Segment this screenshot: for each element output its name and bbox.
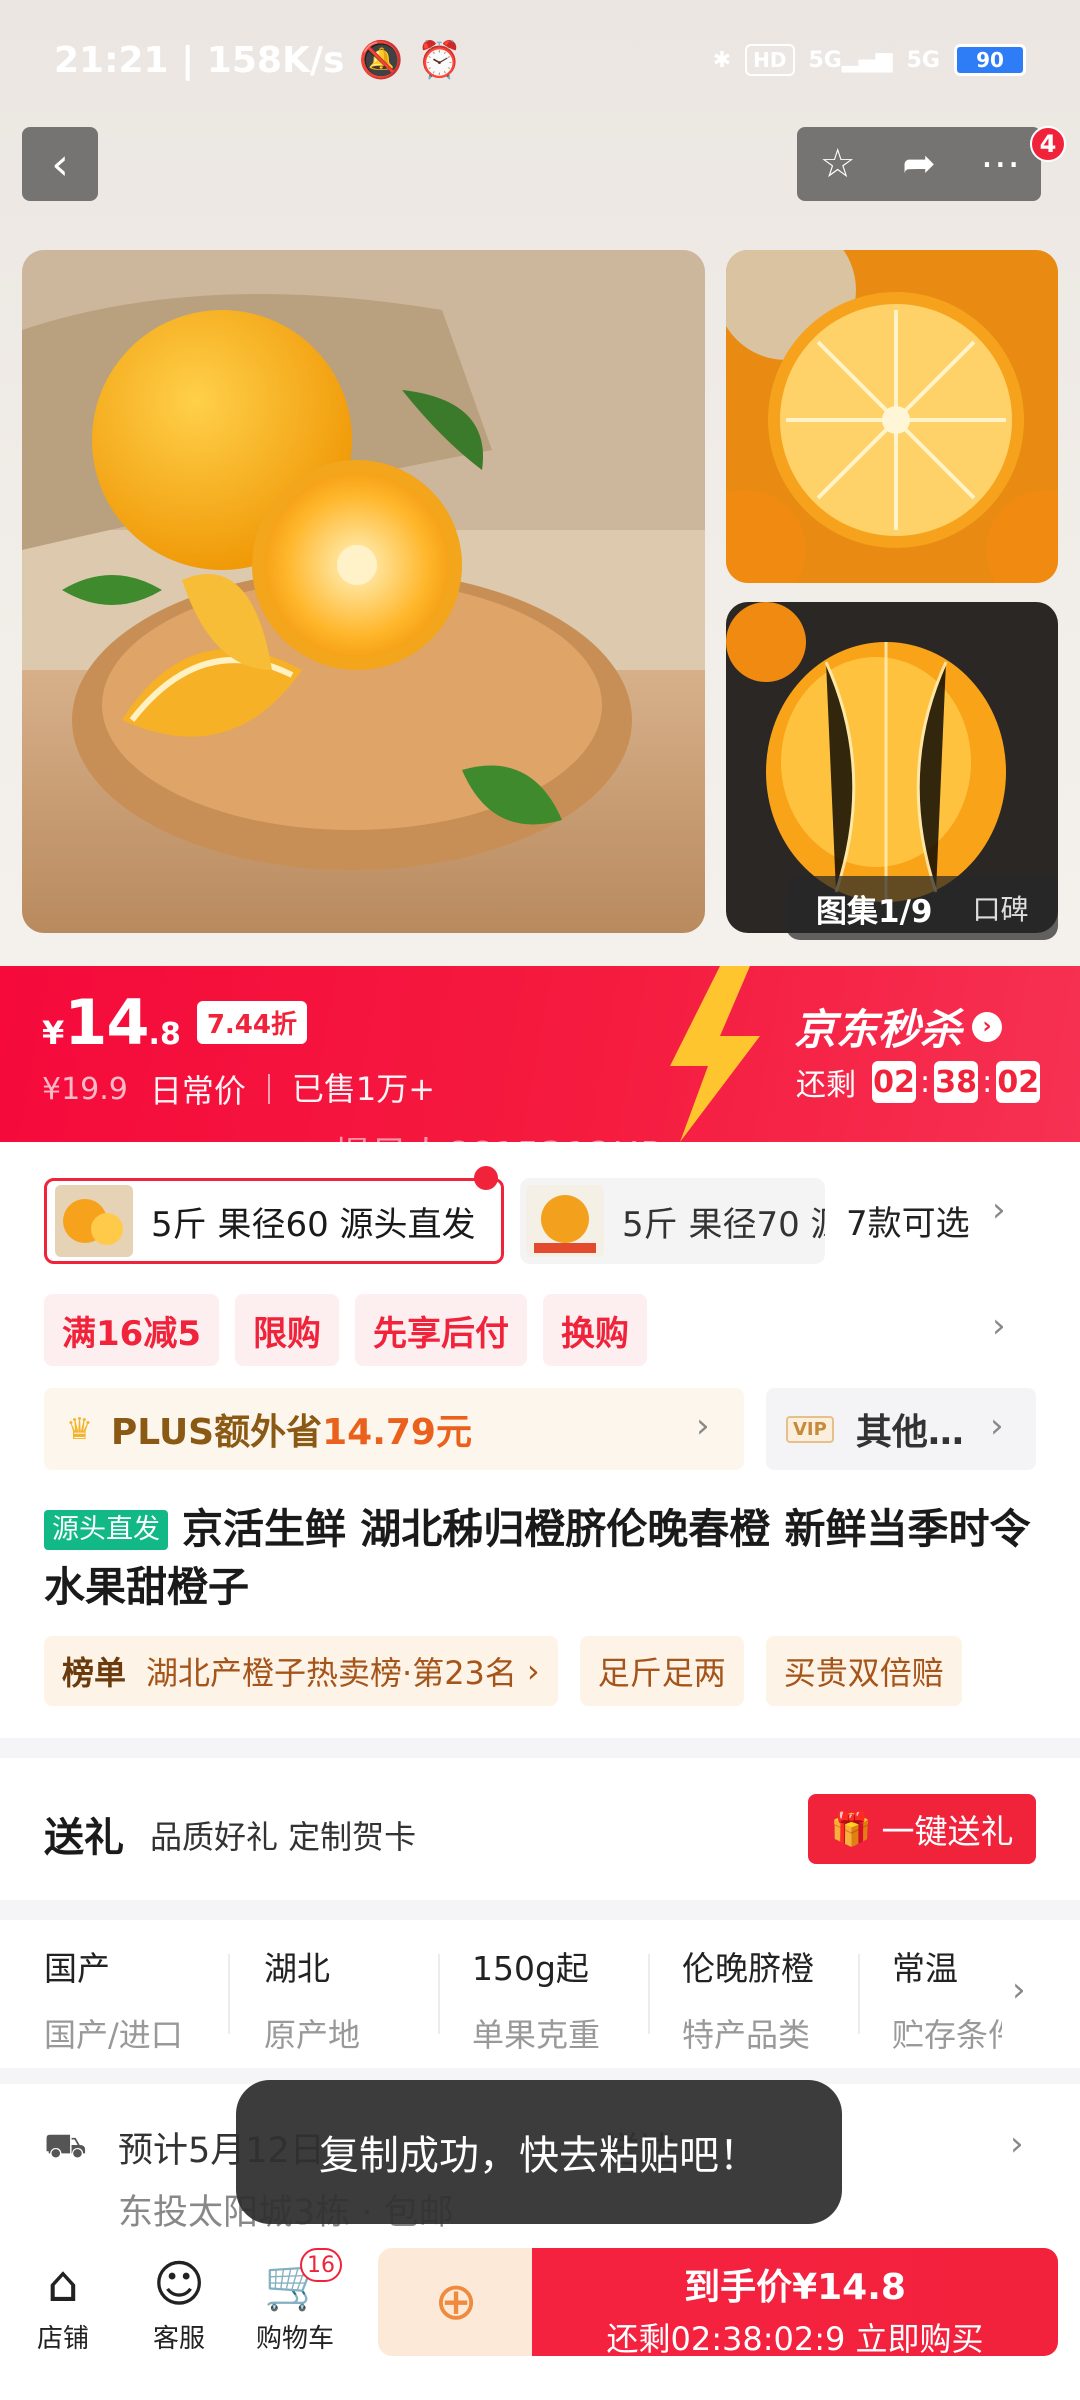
variant-count[interactable]: 7款可选 [846,1196,970,1245]
attribute-divider [438,1954,440,2034]
attribute-item: 150g起 单果克重 [472,1949,601,2054]
shop-icon: ⌂ [47,2255,79,2313]
chevron-right-icon: › [526,1652,540,1690]
variant-thumbnail [55,1185,133,1257]
variant-selector: 5斤 果径60 源头直发 5斤 果径70 源头直发 7款可选 › [0,1160,1080,1270]
attribute-divider [228,1954,230,2034]
vip-icon: VIP [786,1415,834,1443]
price-subline: ¥19.9 日常价 已售1万+ [42,1066,435,1112]
chevron-right-icon: › [990,1406,1004,1446]
lightning-icon [670,966,760,1142]
product-gallery-area: 21:21 | 158K/s 🔕 ⏰ ✱ HD 5G▂▄▆ 5G 90 ‹ ☆ … [0,0,1080,966]
current-price: ¥ 14 .8 7.44折 [42,986,307,1059]
countdown-minutes: 38 [934,1061,979,1103]
variant-thumbnail [526,1185,604,1257]
ranking-tag[interactable]: 榜单 湖北产橙子热卖榜·第23名 › [44,1636,558,1706]
gallery-counter[interactable]: 图集1/9 口碑 [786,876,1058,940]
customer-service-tab[interactable]: ☺ 客服 [124,2252,234,2355]
share-icon[interactable]: ➦ [879,141,959,187]
guarantee-tag[interactable]: 足斤足两 [579,1636,744,1706]
plus-savings[interactable]: ♛ PLUS额外省14.79元 › [44,1388,744,1470]
mute-icon: 🔕 [358,40,404,81]
product-attributes[interactable]: 国产国产/进口 湖北原产地 150g起单果克重 伦晚脐橙特产品类 常温贮存条件 … [0,1920,1080,2070]
bottom-action-bar: ⌂ 店铺 ☺ 客服 🛒 购物车 16 ⊕ 到手价¥14.8 还剩02:38:02… [0,2240,1080,2400]
section-divider [0,1900,1080,1920]
buy-now-button[interactable]: 到手价¥14.8 还剩02:38:02:9 立即购买 [532,2248,1058,2358]
cart-badge: 16 [300,2248,342,2282]
rank-tags: 榜单 湖北产橙子热卖榜·第23名 › 足斤足两 买贵双倍赔 [44,1636,962,1706]
add-to-cart-button[interactable]: ⊕ [378,2248,534,2356]
product-title: 源头直发 京活生鲜 湖北秭归橙脐伦晚春橙 新鲜当季时令水果甜橙子 [44,1505,1031,1611]
signal-icon-2: 5G [906,47,940,73]
guarantee-tag[interactable]: 买贵双倍赔 [765,1636,962,1706]
original-price: ¥19.9 [42,1071,128,1107]
attribute-item: 常温贮存条件 [892,1949,1002,2054]
top-action-group: ☆ ➦ ⋯ [797,127,1041,201]
source-direct-badge: 源头直发 [44,1510,168,1550]
attribute-divider [648,1954,650,2034]
chevron-right-icon: › [972,1011,1003,1042]
toast-message: 复制成功，快去粘贴吧！ [236,2080,842,2224]
send-gift-button[interactable]: 🎁 一键送礼 [808,1794,1036,1864]
main-product-image[interactable] [22,250,705,933]
discount-badge: 7.44折 [196,1001,307,1044]
battery-icon: 90 [954,44,1026,76]
promo-tag: 限购 [234,1294,339,1366]
gift-description: 品质好礼 定制贺卡 [150,1818,417,1856]
reviews-tab[interactable]: 口碑 [972,888,1028,928]
attribute-item: 伦晚脐橙 特产品类 [682,1949,814,2054]
variant-option-selected[interactable]: 5斤 果径60 源头直发 [44,1178,504,1264]
seckill-title[interactable]: 京东秒杀 › [794,996,1003,1057]
gift-icon: 🎁 [830,1809,872,1848]
promo-tags[interactable]: 满16减5 限购 先享后付 换购 [44,1294,647,1366]
signal-icon-1: 5G▂▄▆ [808,47,893,73]
promo-tag: 满16减5 [44,1294,219,1366]
menu-badge: 4 [1030,126,1066,162]
status-time: 21:21 | 158K/s [54,39,345,81]
plus-amount: 14.79元 [322,1412,472,1453]
alarm-icon: ⏰ [417,40,463,81]
customer-service-icon: ☺ [152,2255,206,2313]
attribute-item: 湖北 原产地 [264,1949,361,2054]
gift-label: 送礼 [44,1815,124,1861]
new-dot-indicator [474,1166,498,1190]
shop-tab[interactable]: ⌂ 店铺 [8,2252,118,2355]
chevron-right-icon: › [1012,1970,1026,2010]
back-button[interactable]: ‹ [22,127,98,201]
bluetooth-icon: ✱ [712,47,732,73]
sold-count: 已售1万+ [267,1073,435,1105]
seckill-countdown: 还剩 02: 38: 02 [796,1060,1044,1104]
chevron-right-icon[interactable]: › [992,1190,1006,1230]
promo-tag: 换购 [542,1294,647,1366]
countdown-seconds: 02 [996,1061,1041,1103]
attribute-divider [858,1954,860,2034]
other-benefits[interactable]: VIP 其他… › [766,1388,1036,1470]
countdown-hours: 02 [872,1061,916,1103]
add-cart-icon: ⊕ [434,2272,478,2332]
section-divider [0,1738,1080,1758]
crown-icon: ♛ [66,1411,93,1447]
status-bar: 21:21 | 158K/s 🔕 ⏰ ✱ HD 5G▂▄▆ 5G 90 [0,0,1080,120]
product-image-2[interactable] [726,250,1058,583]
promo-tag: 先享后付 [354,1294,527,1366]
more-menu-icon[interactable]: ⋯ [960,141,1040,187]
chevron-right-icon[interactable]: › [992,1306,1006,1346]
variant-option-alt[interactable]: 5斤 果径70 源头直发 [520,1178,825,1264]
price-banner: ¥ 14 .8 7.44折 ¥19.9 日常价 已售1万+ 京东秒杀 › 还剩 … [0,966,1080,1142]
chevron-right-icon: › [696,1406,710,1446]
favorite-star-icon[interactable]: ☆ [798,141,878,187]
chevron-left-icon: ‹ [51,138,69,190]
truck-icon: ⛟ [44,2126,87,2166]
attribute-item: 国产 国产/进口 [44,1949,183,2054]
chevron-right-icon: › [1010,2124,1024,2164]
original-price-label: 日常价 [149,1072,246,1110]
hd-icon: HD [745,44,795,76]
